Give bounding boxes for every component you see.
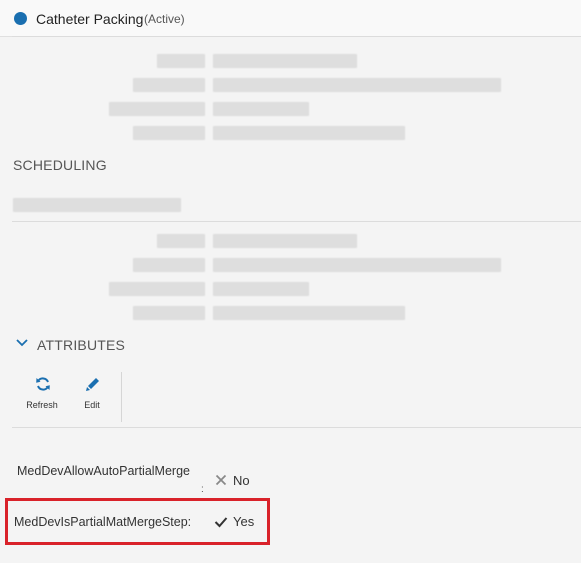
refresh-button[interactable]: Refresh xyxy=(17,374,67,414)
refresh-icon xyxy=(36,377,50,391)
pencil-icon xyxy=(86,378,99,391)
attribute-value: No xyxy=(233,473,250,488)
section-title-scheduling: SCHEDULING xyxy=(13,157,107,173)
redacted-value xyxy=(213,306,405,320)
redacted-label xyxy=(157,234,205,248)
redacted-value xyxy=(213,258,501,272)
redacted-label xyxy=(109,102,205,116)
redacted-label xyxy=(109,282,205,296)
divider xyxy=(12,36,581,37)
status-dot-icon xyxy=(14,12,27,25)
redacted-value xyxy=(213,102,309,116)
redacted-field xyxy=(13,198,181,212)
section-title-attributes[interactable]: ATTRIBUTES xyxy=(37,337,125,353)
attribute-name: MedDevAllowAutoPartialMerge xyxy=(17,464,190,478)
chevron-down-icon[interactable] xyxy=(15,336,29,350)
edit-label: Edit xyxy=(84,400,100,410)
redacted-value xyxy=(213,234,357,248)
redacted-value xyxy=(213,78,501,92)
redacted-label xyxy=(133,126,205,140)
redacted-value xyxy=(213,282,309,296)
toolbar-separator xyxy=(121,372,122,422)
redacted-label xyxy=(133,306,205,320)
redacted-value xyxy=(213,54,357,68)
attribute-name-overflow: : xyxy=(201,484,204,495)
redacted-label xyxy=(133,258,205,272)
redacted-label xyxy=(157,54,205,68)
entity-status: (Active) xyxy=(144,12,185,26)
entity-header: Catheter Packing (Active) xyxy=(0,0,581,37)
highlight-box xyxy=(5,498,270,545)
redacted-label xyxy=(133,78,205,92)
entity-name: Catheter Packing xyxy=(36,11,144,27)
refresh-label: Refresh xyxy=(26,400,58,410)
redacted-value xyxy=(213,126,405,140)
divider xyxy=(12,221,581,222)
x-icon xyxy=(215,474,227,486)
divider xyxy=(12,427,581,428)
edit-button[interactable]: Edit xyxy=(67,374,117,414)
